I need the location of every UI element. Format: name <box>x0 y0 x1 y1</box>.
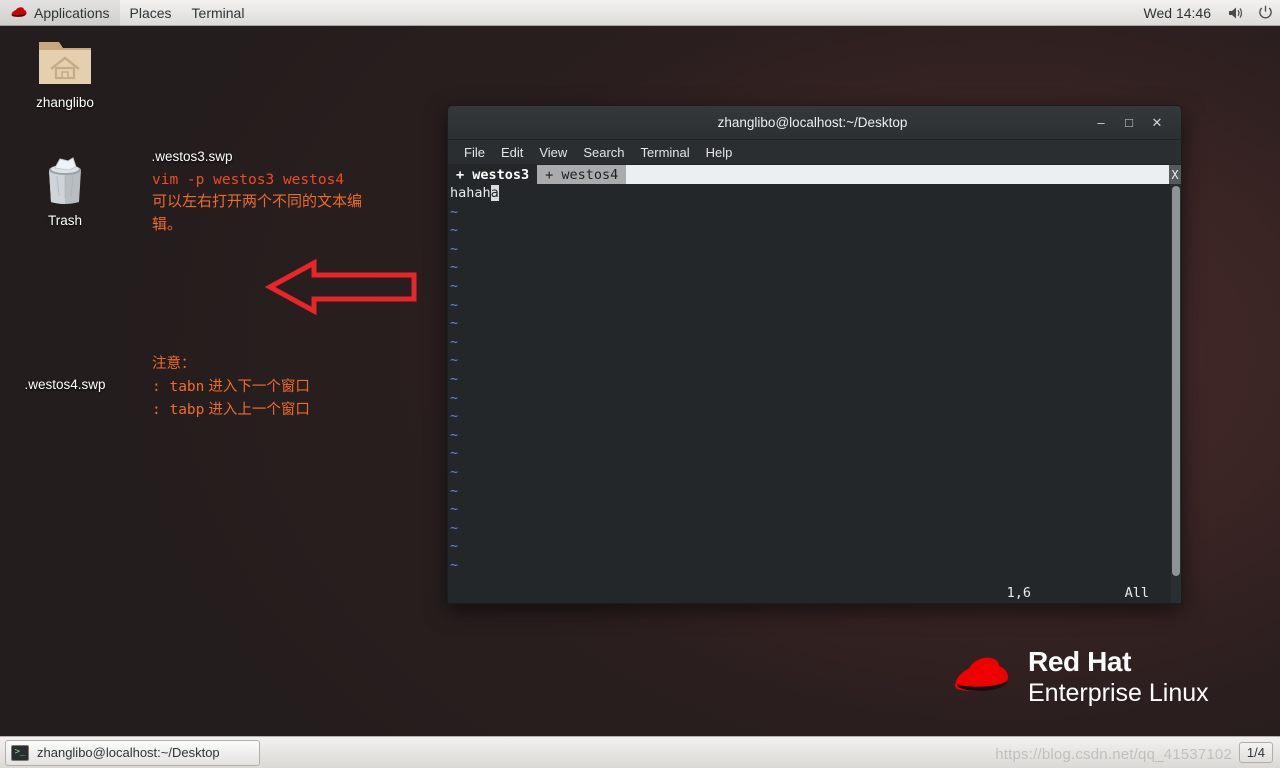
vim-empty-line: ~ <box>450 333 459 350</box>
vim-empty-line: ~ <box>450 519 459 536</box>
desktop-icon-westos4-swp[interactable]: .westos4.swp <box>10 324 120 392</box>
menu-terminal[interactable]: Terminal <box>633 142 698 163</box>
applications-menu[interactable]: Applications <box>0 0 120 26</box>
terminal-window[interactable]: zhanglibo@localhost:~/Desktop – □ ✕ File… <box>447 105 1182 604</box>
desktop-icon-westos3-swp-label: .westos3.swp <box>151 149 233 164</box>
home-folder-icon <box>39 42 91 84</box>
menu-edit[interactable]: Edit <box>493 142 531 163</box>
vim-empty-line: ~ <box>450 352 459 369</box>
volume-icon[interactable] <box>1221 6 1251 20</box>
applications-menu-label: Applications <box>34 4 110 21</box>
window-controls: – □ ✕ <box>1087 111 1181 135</box>
menu-search[interactable]: Search <box>575 142 632 163</box>
top-panel-tray: Wed 14:46 <box>1134 0 1280 26</box>
vim-tab-close-icon[interactable]: X <box>1169 165 1181 184</box>
terminal-scrollbar-thumb[interactable] <box>1172 186 1180 576</box>
annotation-tabp-text: 进入上一个窗口 <box>208 402 310 418</box>
vim-empty-line: ~ <box>450 463 459 480</box>
vim-empty-lines: ~ ~ ~ ~ ~ ~ ~ ~ ~ ~ ~ ~ ~ ~ ~ ~ ~ ~ ~ ~ <box>450 203 1171 575</box>
places-menu[interactable]: Places <box>120 0 182 26</box>
maximize-button[interactable]: □ <box>1115 111 1143 135</box>
vim-text-area[interactable]: hahaha ~ ~ ~ ~ ~ ~ ~ ~ ~ ~ ~ ~ ~ ~ ~ ~ ~ ~ ~ ~ <box>448 184 1171 583</box>
vim-tab-westos3[interactable]: + westos3 <box>448 165 538 184</box>
menu-file[interactable]: File <box>456 142 493 163</box>
rhel-brand-line-2: Enterprise Linux <box>1028 679 1209 707</box>
terminal-scrollbar[interactable] <box>1171 184 1181 603</box>
taskbar-item-label: zhanglibo@localhost:~/Desktop <box>37 745 220 760</box>
terminal-body[interactable]: + westos3 + westos4 X hahaha ~ ~ ~ ~ ~ ~ ~ ~ ~ ~ ~… <box>448 165 1181 603</box>
vim-empty-line: ~ <box>450 408 459 425</box>
desktop-icon-westos3-swp[interactable]: .westos3.swp <box>137 96 247 164</box>
watermark: https://blog.csdn.net/qq_41537102 <box>995 746 1232 763</box>
vim-tab-westos4[interactable]: + westos4 <box>537 165 627 184</box>
vim-empty-line: ~ <box>450 426 459 443</box>
vim-empty-line: ~ <box>450 222 459 239</box>
vim-empty-line: ~ <box>450 277 459 294</box>
vim-empty-line: ~ <box>450 482 459 499</box>
annotation-tabp-command: : tabp <box>152 402 205 418</box>
vim-empty-line: ~ <box>450 445 459 462</box>
trash-icon <box>49 157 81 204</box>
rhel-branding: Red Hat Enterprise Linux <box>952 648 1209 706</box>
red-arrow-annotation <box>264 258 417 316</box>
redhat-hat-logo-icon <box>955 657 1008 691</box>
top-panel: Applications Places Terminal Wed 14:46 <box>0 0 1280 26</box>
workspace-indicator[interactable]: 1/4 <box>1238 742 1273 763</box>
terminal-menubar: File Edit View Search Terminal Help <box>448 140 1181 165</box>
window-title: zhanglibo@localhost:~/Desktop <box>717 115 908 130</box>
annotation-chinese-note: 可以左右打开两个不同的文本编辑。 <box>152 193 363 233</box>
vim-empty-line: ~ <box>450 370 459 387</box>
window-titlebar[interactable]: zhanglibo@localhost:~/Desktop – □ ✕ <box>448 106 1181 140</box>
desktop-icon-trash-label: Trash <box>47 213 82 228</box>
desktop-icon-home-label: zhanglibo <box>36 95 94 110</box>
vim-empty-line: ~ <box>450 259 459 276</box>
annotation-note-line-2: : tabp 进入上一个窗口 <box>152 399 310 422</box>
vim-empty-line: ~ <box>450 203 459 220</box>
terminal-menu-label: Terminal <box>191 4 245 21</box>
vim-line-text: hahah <box>450 185 491 201</box>
menu-view[interactable]: View <box>531 142 575 163</box>
vim-empty-line: ~ <box>450 556 459 573</box>
terminal-icon: >_ <box>11 744 29 761</box>
annotation-note-line-1: : tabn 进入下一个窗口 <box>152 376 310 399</box>
annotation-note-title: 注意： <box>152 356 196 372</box>
vim-empty-line: ~ <box>450 501 459 518</box>
annotation-note-block: 注意： : tabn 进入下一个窗口 : tabp 进入上一个窗口 <box>152 353 310 422</box>
rhel-brand-line-1: Red Hat <box>1028 646 1131 677</box>
redhat-hat-icon <box>11 7 27 17</box>
places-menu-label: Places <box>129 4 172 21</box>
vim-empty-line: ~ <box>450 538 459 555</box>
vim-scroll-percent: All <box>1124 585 1149 601</box>
vim-empty-line: ~ <box>450 389 459 406</box>
vim-status-line: 1,6 All <box>448 583 1171 603</box>
clock[interactable]: Wed 14:46 <box>1134 5 1221 21</box>
vim-empty-line: ~ <box>450 315 459 332</box>
vim-empty-line: ~ <box>450 240 459 257</box>
desktop-icon-westos4-swp-label: .westos4.swp <box>24 377 106 392</box>
minimize-button[interactable]: – <box>1087 111 1115 135</box>
vim-tabline-filler <box>626 165 1169 184</box>
taskbar-item-terminal[interactable]: >_ zhanglibo@localhost:~/Desktop <box>5 739 260 766</box>
vim-empty-line: ~ <box>450 296 459 313</box>
desktop-icon-home[interactable]: zhanglibo <box>10 36 120 110</box>
annotation-tabn-text: 进入下一个窗口 <box>208 379 310 395</box>
vim-ruler: 1,6 <box>1006 585 1031 601</box>
bottom-panel: >_ zhanglibo@localhost:~/Desktop https:/… <box>0 736 1280 768</box>
desktop-icon-trash[interactable]: Trash <box>10 152 120 228</box>
power-icon[interactable] <box>1251 5 1280 20</box>
annotation-command: vim -p westos3 westos4 <box>152 172 345 188</box>
vim-tabline: + westos3 + westos4 X <box>448 165 1181 184</box>
annotation-tabn-command: : tabn <box>152 379 205 395</box>
vim-buffer-line-1: hahaha <box>450 184 1171 203</box>
menu-help[interactable]: Help <box>698 142 741 163</box>
close-button[interactable]: ✕ <box>1143 111 1171 135</box>
terminal-menu[interactable]: Terminal <box>182 0 255 26</box>
rhel-text-block: Red Hat Enterprise Linux <box>1028 648 1209 706</box>
vim-cursor: a <box>490 185 499 201</box>
